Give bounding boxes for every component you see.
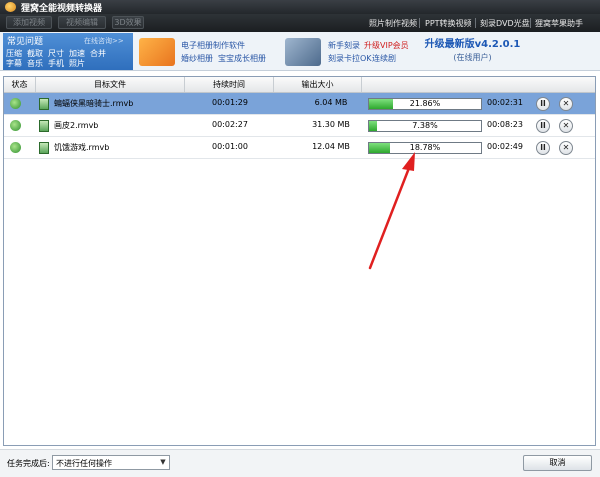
toolbar-link-burn-dvd[interactable]: 刻录DVD光盘: [480, 18, 530, 29]
remaining-time: 00:02:49: [487, 142, 523, 151]
cancel-button[interactable]: 取消: [523, 455, 592, 471]
remaining-time: 00:08:23: [487, 120, 523, 129]
upgrade-subtitle: (在线用户): [453, 53, 492, 62]
after-task-value: 不进行任何操作: [56, 459, 112, 468]
output-size: 6.04 MB: [314, 98, 348, 107]
toolbar: 添加视频 视频编辑 3D效果 照片制作视频 PPT转换视频 刻录DVD光盘 狸窝…: [0, 14, 600, 32]
toolbar-link-ppt-video[interactable]: PPT转换视频: [425, 18, 472, 29]
table-header: 状态 目标文件 持续时间 输出大小: [4, 77, 595, 93]
faq-link-subtitle[interactable]: 字幕: [6, 58, 22, 69]
promo-series[interactable]: 连续剧: [372, 53, 396, 64]
toolbar-divider: [419, 18, 420, 28]
remaining-time: 00:02:31: [487, 98, 523, 107]
upgrade-banner[interactable]: 升级最新版v4.2.0.1 (在线用户): [420, 34, 525, 68]
output-size: 31.30 MB: [312, 120, 350, 129]
effect-3d-button[interactable]: 3D效果: [112, 16, 144, 29]
online-consult-link[interactable]: 在线咨询>>: [84, 36, 124, 46]
column-header-duration[interactable]: 持续时间: [185, 77, 274, 92]
file-name: 蝙蝠侠黑暗骑士.rmvb: [54, 99, 134, 108]
pause-icon[interactable]: ll: [536, 141, 550, 155]
promo-album-software[interactable]: 电子相册制作软件: [181, 40, 245, 51]
progress-text: 21.86%: [409, 99, 441, 108]
table-row[interactable]: 饥饿游戏.rmvb 00:01:00 12.04 MB 18.78% 00:02…: [4, 137, 595, 159]
toolbar-link-photo-video[interactable]: 照片制作视频: [369, 18, 417, 29]
toolbar-link-apple-helper[interactable]: 狸窝苹果助手: [535, 18, 583, 29]
promo-wedding-album[interactable]: 婚纱相册: [181, 53, 213, 64]
faq-panel: 常见问题 在线咨询>> 压缩 截取 尺寸 加速 合并 字幕 音乐 手机 照片: [3, 33, 133, 70]
progress-bar: 21.86%: [368, 98, 482, 110]
refresh-icon: [10, 142, 21, 153]
window-title: 狸窝全能视频转换器: [21, 4, 103, 14]
file-name: 画皮2.rmvb: [54, 121, 99, 130]
faq-title: 常见问题: [7, 37, 44, 47]
photo-album-icon[interactable]: [139, 38, 175, 66]
column-header-size[interactable]: 输出大小: [274, 77, 362, 92]
duration: 00:02:27: [212, 120, 248, 129]
file-name: 饥饿游戏.rmvb: [54, 143, 110, 152]
table-row[interactable]: 蝙蝠侠黑暗骑士.rmvb 00:01:29 6.04 MB 21.86% 00:…: [4, 93, 595, 115]
close-icon[interactable]: ✕: [559, 119, 573, 133]
dvd-burn-icon[interactable]: [285, 38, 321, 66]
app-logo-icon: [5, 2, 16, 12]
toolbar-divider: [475, 18, 476, 28]
promo-vip-upgrade[interactable]: 升级VIP会员: [364, 40, 409, 51]
progress-text: 7.38%: [412, 121, 438, 130]
after-task-label: 任务完成后:: [7, 459, 50, 468]
progress-text: 18.78%: [409, 143, 441, 152]
edit-video-button[interactable]: 视频编辑: [58, 16, 106, 29]
output-size: 12.04 MB: [312, 142, 350, 151]
add-video-button[interactable]: 添加视频: [6, 16, 52, 29]
chevron-down-icon[interactable]: ▼: [157, 456, 169, 469]
upgrade-title: 升级最新版v4.2.0.1: [424, 39, 521, 50]
promo-baby-album[interactable]: 宝宝成长相册: [218, 53, 266, 64]
column-header-file[interactable]: 目标文件: [36, 77, 185, 92]
film-icon: [39, 98, 49, 110]
refresh-icon: [10, 120, 21, 131]
film-icon: [39, 120, 49, 132]
task-list: 状态 目标文件 持续时间 输出大小 蝙蝠侠黑暗骑士.rmvb 00:01:29 …: [3, 76, 596, 446]
after-task-select[interactable]: 不进行任何操作 ▼: [52, 455, 170, 470]
progress-bar: 18.78%: [368, 142, 482, 154]
film-icon: [39, 142, 49, 154]
faq-link-phone[interactable]: 手机: [48, 58, 64, 69]
promo-karaoke-burn[interactable]: 刻录卡拉OK: [328, 53, 372, 64]
pause-icon[interactable]: ll: [536, 97, 550, 111]
progress-bar: 7.38%: [368, 120, 482, 132]
duration: 00:01:00: [212, 142, 248, 151]
toolbar-divider: [530, 18, 531, 28]
table-row[interactable]: 画皮2.rmvb 00:02:27 31.30 MB 7.38% 00:08:2…: [4, 115, 595, 137]
column-header-status[interactable]: 状态: [4, 77, 36, 92]
footer-bar: 任务完成后: 不进行任何操作 ▼ 取消: [0, 449, 600, 477]
close-icon[interactable]: ✕: [559, 97, 573, 111]
title-bar: 狸窝全能视频转换器: [0, 0, 600, 14]
close-icon[interactable]: ✕: [559, 141, 573, 155]
promo-beginner-burn[interactable]: 新手刻录: [328, 40, 360, 51]
refresh-icon: [10, 98, 21, 109]
duration: 00:01:29: [212, 98, 248, 107]
faq-link-photo[interactable]: 照片: [69, 58, 85, 69]
faq-link-music[interactable]: 音乐: [27, 58, 43, 69]
pause-icon[interactable]: ll: [536, 119, 550, 133]
faq-link-merge[interactable]: 合并: [90, 48, 106, 59]
